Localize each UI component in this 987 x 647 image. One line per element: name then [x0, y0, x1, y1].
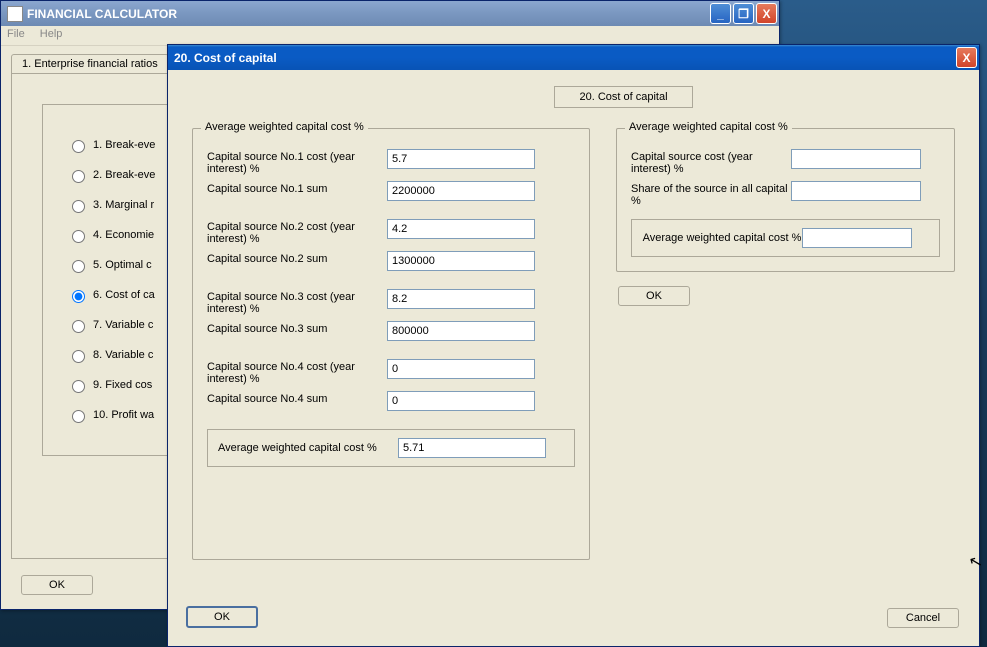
option-label-8: 8. Variable c	[93, 349, 153, 361]
c2-cost-label: Capital source No.2 cost (year interest)…	[207, 219, 387, 245]
minimize-button[interactable]: _	[710, 3, 731, 24]
c1-cost-label: Capital source No.1 cost (year interest)…	[207, 149, 387, 175]
main-titlebar[interactable]: FINANCIAL CALCULATOR _ ❐ X	[1, 1, 779, 26]
result-output	[398, 438, 546, 458]
right-src-cost-label: Capital source cost (year interest) %	[631, 149, 791, 175]
option-radio-7[interactable]	[72, 320, 85, 333]
option-radio-6[interactable]	[72, 290, 85, 303]
tab-enterprise-ratios[interactable]: 1. Enterprise financial ratios	[11, 54, 169, 73]
option-radio-9[interactable]	[72, 380, 85, 393]
c4-cost-input[interactable]	[387, 359, 535, 379]
option-radio-2[interactable]	[72, 170, 85, 183]
app-icon	[7, 6, 23, 22]
c3-cost-input[interactable]	[387, 289, 535, 309]
option-radio-3[interactable]	[72, 200, 85, 213]
dialog-heading: 20. Cost of capital	[554, 86, 692, 108]
c2-sum-label: Capital source No.2 sum	[207, 251, 387, 265]
option-label-10: 10. Profit wa	[93, 409, 154, 421]
main-ok-button[interactable]: OK	[21, 575, 93, 595]
option-radio-10[interactable]	[72, 410, 85, 423]
c1-sum-label: Capital source No.1 sum	[207, 181, 387, 195]
dialog-title: 20. Cost of capital	[174, 51, 277, 65]
left-group-label: Average weighted capital cost %	[201, 121, 368, 133]
c3-sum-label: Capital source No.3 sum	[207, 321, 387, 335]
option-label-1: 1. Break-eve	[93, 139, 155, 151]
option-label-9: 9. Fixed cos	[93, 379, 152, 391]
dialog-titlebar[interactable]: 20. Cost of capital X	[168, 45, 979, 70]
dialog-ok-button[interactable]: OK	[186, 606, 258, 628]
result-label: Average weighted capital cost %	[218, 442, 398, 454]
right-out-output	[802, 228, 912, 248]
right-share-label: Share of the source in all capital %	[631, 181, 791, 207]
option-radio-4[interactable]	[72, 230, 85, 243]
c2-sum-input[interactable]	[387, 251, 535, 271]
menubar: File Help	[1, 26, 779, 46]
right-ok-button[interactable]: OK	[618, 286, 690, 306]
c4-sum-input[interactable]	[387, 391, 535, 411]
option-label-4: 4. Economie	[93, 229, 154, 241]
option-label-2: 2. Break-eve	[93, 169, 155, 181]
option-label-6: 6. Cost of ca	[93, 289, 155, 301]
main-window-title: FINANCIAL CALCULATOR	[27, 7, 177, 21]
option-radio-5[interactable]	[72, 260, 85, 273]
maximize-button[interactable]: ❐	[733, 3, 754, 24]
right-src-cost-input[interactable]	[791, 149, 921, 169]
c2-cost-input[interactable]	[387, 219, 535, 239]
right-group-label: Average weighted capital cost %	[625, 121, 792, 133]
right-out-label: Average weighted capital cost %	[642, 232, 802, 244]
c4-sum-label: Capital source No.4 sum	[207, 391, 387, 405]
right-group: Average weighted capital cost % Capital …	[616, 128, 955, 272]
dialog-cost-of-capital: 20. Cost of capital X 20. Cost of capita…	[167, 44, 980, 647]
c3-sum-input[interactable]	[387, 321, 535, 341]
c4-cost-label: Capital source No.4 cost (year interest)…	[207, 359, 387, 385]
option-radio-1[interactable]	[72, 140, 85, 153]
c1-cost-input[interactable]	[387, 149, 535, 169]
close-button[interactable]: X	[756, 3, 777, 24]
c1-sum-input[interactable]	[387, 181, 535, 201]
left-group: Average weighted capital cost % Capital …	[192, 128, 590, 560]
menu-file[interactable]: File	[7, 28, 25, 40]
option-label-3: 3. Marginal r	[93, 199, 154, 211]
dialog-cancel-button[interactable]: Cancel	[887, 608, 959, 628]
dialog-close-button[interactable]: X	[956, 47, 977, 68]
c3-cost-label: Capital source No.3 cost (year interest)…	[207, 289, 387, 315]
option-label-7: 7. Variable c	[93, 319, 153, 331]
right-share-input[interactable]	[791, 181, 921, 201]
option-label-5: 5. Optimal c	[93, 259, 152, 271]
menu-help[interactable]: Help	[40, 28, 63, 40]
option-radio-8[interactable]	[72, 350, 85, 363]
